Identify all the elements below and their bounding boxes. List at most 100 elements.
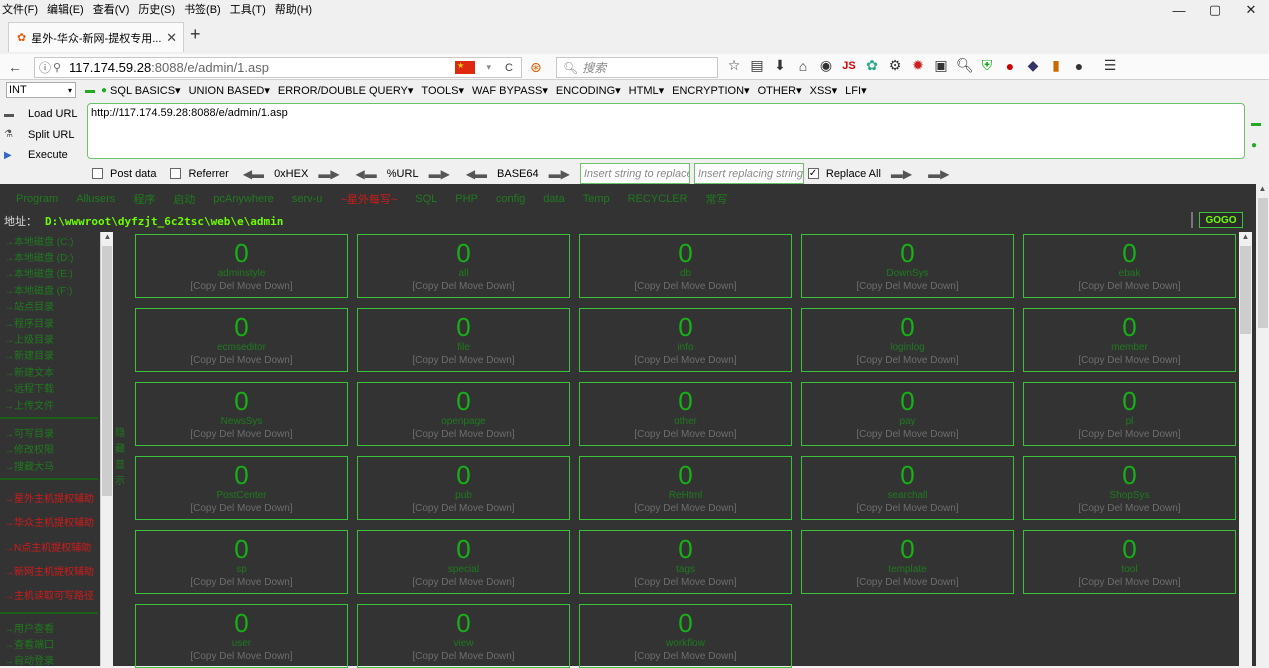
hackbar-menu-lfi[interactable]: LFI▾ [845, 84, 866, 97]
folder-card[interactable]: 0 file [Copy Del Move Down] [357, 308, 570, 372]
folder-actions[interactable]: [Copy Del Move Down] [1024, 355, 1235, 367]
sidebar-link[interactable]: →用户查看 [0, 619, 98, 635]
folder-card[interactable]: 0 adminstyle [Copy Del Move Down] [135, 234, 348, 298]
topnav-link[interactable]: SQL [415, 193, 437, 205]
hackbar-menu-waf-bypass[interactable]: WAF BYPASS▾ [472, 84, 548, 97]
folder-name[interactable]: loginlog [802, 342, 1013, 354]
topnav-link[interactable]: serv-u [292, 193, 323, 205]
hex-right-arrow-icon[interactable]: ▬▶ [318, 167, 339, 181]
sidebar-link[interactable]: →N点主机提权辅助 [0, 534, 98, 558]
sidebar-link[interactable]: →星外主机提权辅助 [0, 485, 98, 509]
hide-show-toggle[interactable]: 隐藏显示 [113, 426, 127, 490]
execute-button[interactable]: ▶ Execute [4, 145, 78, 165]
folder-name[interactable]: pay [802, 416, 1013, 428]
sidebar-link[interactable]: →本地磁盘 (D:) [0, 248, 98, 264]
folder-name[interactable]: all [358, 268, 569, 280]
url-bar[interactable]: ⓘ ⚲ 117.174.59.28:8088/e/admin/1.asp ▾ C [34, 57, 522, 78]
hackbar-menu-other[interactable]: OTHER▾ [758, 84, 802, 97]
folder-card[interactable]: 0 user [Copy Del Move Down] [135, 604, 348, 668]
hackbar-type-select[interactable]: INT ▾ [6, 82, 76, 98]
hackbar-menu-encoding[interactable]: ENCODING▾ [556, 84, 621, 97]
bookmark-star-icon[interactable]: ☆ [726, 57, 742, 74]
folder-name[interactable]: NewsSys [136, 416, 347, 428]
firebug-icon[interactable]: ✹ [910, 57, 926, 74]
base64-label[interactable]: BASE64 [497, 168, 539, 180]
reload-icon[interactable]: C [505, 62, 513, 74]
dropdown-icon[interactable]: ▾ [486, 62, 491, 73]
sidebar-link[interactable]: →新建文本 [0, 363, 98, 379]
hackbar-menu-union-based[interactable]: UNION BASED▾ [189, 84, 270, 97]
page-scrollbar[interactable]: ▲ [1256, 184, 1269, 666]
diamond-icon[interactable]: ◆ [1025, 57, 1041, 74]
sidebar-link[interactable]: →程序目录 [0, 314, 98, 330]
sidebar-link[interactable]: →本地磁盘 (C:) [0, 232, 98, 248]
sidebar-link[interactable]: →新网主机提权辅助 [0, 558, 98, 582]
folder-name[interactable]: searchall [802, 490, 1013, 502]
sidebar-link[interactable]: →本地磁盘 (E:) [0, 265, 98, 281]
url-left-arrow-icon[interactable]: ◀▬ [356, 167, 377, 181]
folder-actions[interactable]: [Copy Del Move Down] [136, 577, 347, 589]
base64-left-arrow-icon[interactable]: ◀▬ [466, 167, 487, 181]
folder-card[interactable]: 0 other [Copy Del Move Down] [579, 382, 792, 446]
topnav-link[interactable]: pcAnywhere [213, 193, 274, 205]
topnav-link[interactable]: config [496, 193, 525, 205]
folder-actions[interactable]: [Copy Del Move Down] [136, 503, 347, 515]
referrer-checkbox[interactable] [170, 168, 182, 179]
menu-file[interactable]: 文件(F) [2, 1, 38, 17]
folder-actions[interactable]: [Copy Del Move Down] [136, 281, 347, 293]
folder-card[interactable]: 0 ebak [Copy Del Move Down] [1023, 234, 1236, 298]
menu-bookmarks[interactable]: 书签(B) [184, 1, 221, 17]
addon-icon[interactable]: ⊛ [530, 59, 542, 76]
sidebar-link[interactable]: →修改权限 [0, 441, 98, 457]
scroll-up-icon[interactable]: ▲ [101, 232, 114, 245]
folder-actions[interactable]: [Copy Del Move Down] [802, 503, 1013, 515]
folder-actions[interactable]: [Copy Del Move Down] [802, 281, 1013, 293]
folder-name[interactable]: ecmseditor [136, 342, 347, 354]
folder-name[interactable]: ShopSys [1024, 490, 1235, 502]
folder-card[interactable]: 0 pub [Copy Del Move Down] [357, 456, 570, 520]
folder-name[interactable]: view [358, 638, 569, 650]
folder-card[interactable]: 0 openpage [Copy Del Move Down] [357, 382, 570, 446]
folder-actions[interactable]: [Copy Del Move Down] [580, 429, 791, 441]
tab-icon[interactable]: ▮ [1048, 57, 1064, 74]
sidebar-scrollbar[interactable]: ▲ [100, 232, 113, 666]
globe-icon[interactable]: ◉ [818, 57, 834, 74]
close-window-button[interactable]: ✕ [1233, 0, 1269, 20]
split-url-button[interactable]: ⚗ Split URL [4, 125, 78, 145]
download-icon[interactable]: ⬇ [772, 57, 788, 74]
sidebar-link[interactable]: →远程下载 [0, 380, 98, 396]
info-icon[interactable]: ⓘ [39, 59, 51, 76]
folder-card[interactable]: 0 tags [Copy Del Move Down] [579, 530, 792, 594]
folder-card[interactable]: 0 db [Copy Del Move Down] [579, 234, 792, 298]
hamburger-menu-icon[interactable]: ☰ [1102, 57, 1118, 74]
home-icon[interactable]: ⌂ [795, 58, 811, 74]
folder-card[interactable]: 0 ReHtml [Copy Del Move Down] [579, 456, 792, 520]
folder-actions[interactable]: [Copy Del Move Down] [580, 355, 791, 367]
post-data-checkbox[interactable] [92, 168, 103, 179]
folder-actions[interactable]: [Copy Del Move Down] [1024, 577, 1235, 589]
folder-card[interactable]: 0 ecmseditor [Copy Del Move Down] [135, 308, 348, 372]
extension-icon[interactable]: ✿ [864, 57, 880, 74]
tab-close-icon[interactable]: ✕ [166, 30, 177, 46]
topnav-link[interactable]: 启动 [173, 191, 195, 207]
folder-name[interactable]: special [358, 564, 569, 576]
main-scroll-thumb[interactable] [1240, 246, 1251, 334]
sidebar-link[interactable]: →主机读取可写路径 [0, 583, 98, 607]
folder-name[interactable]: member [1024, 342, 1235, 354]
folder-actions[interactable]: [Copy Del Move Down] [580, 281, 791, 293]
url-encode-label[interactable]: %URL [387, 168, 419, 180]
sidebar-link[interactable]: →搜藏大马 [0, 457, 98, 473]
folder-actions[interactable]: [Copy Del Move Down] [580, 651, 791, 663]
screenshot-icon[interactable]: ▣ [933, 57, 949, 74]
settings-icon[interactable]: ⚙ [887, 57, 903, 74]
folder-actions[interactable]: [Copy Del Move Down] [358, 281, 569, 293]
zoom-icon[interactable]: 🔍︎ [956, 57, 974, 74]
hex-left-arrow-icon[interactable]: ◀▬ [243, 167, 264, 181]
folder-actions[interactable]: [Copy Del Move Down] [1024, 429, 1235, 441]
replace-arrow-2-icon[interactable]: ▬▶ [928, 167, 949, 181]
folder-card[interactable]: 0 tool [Copy Del Move Down] [1023, 530, 1236, 594]
account-icon[interactable]: ● [1071, 58, 1087, 74]
folder-card[interactable]: 0 info [Copy Del Move Down] [579, 308, 792, 372]
base64-right-arrow-icon[interactable]: ▬▶ [549, 167, 570, 181]
folder-actions[interactable]: [Copy Del Move Down] [358, 429, 569, 441]
